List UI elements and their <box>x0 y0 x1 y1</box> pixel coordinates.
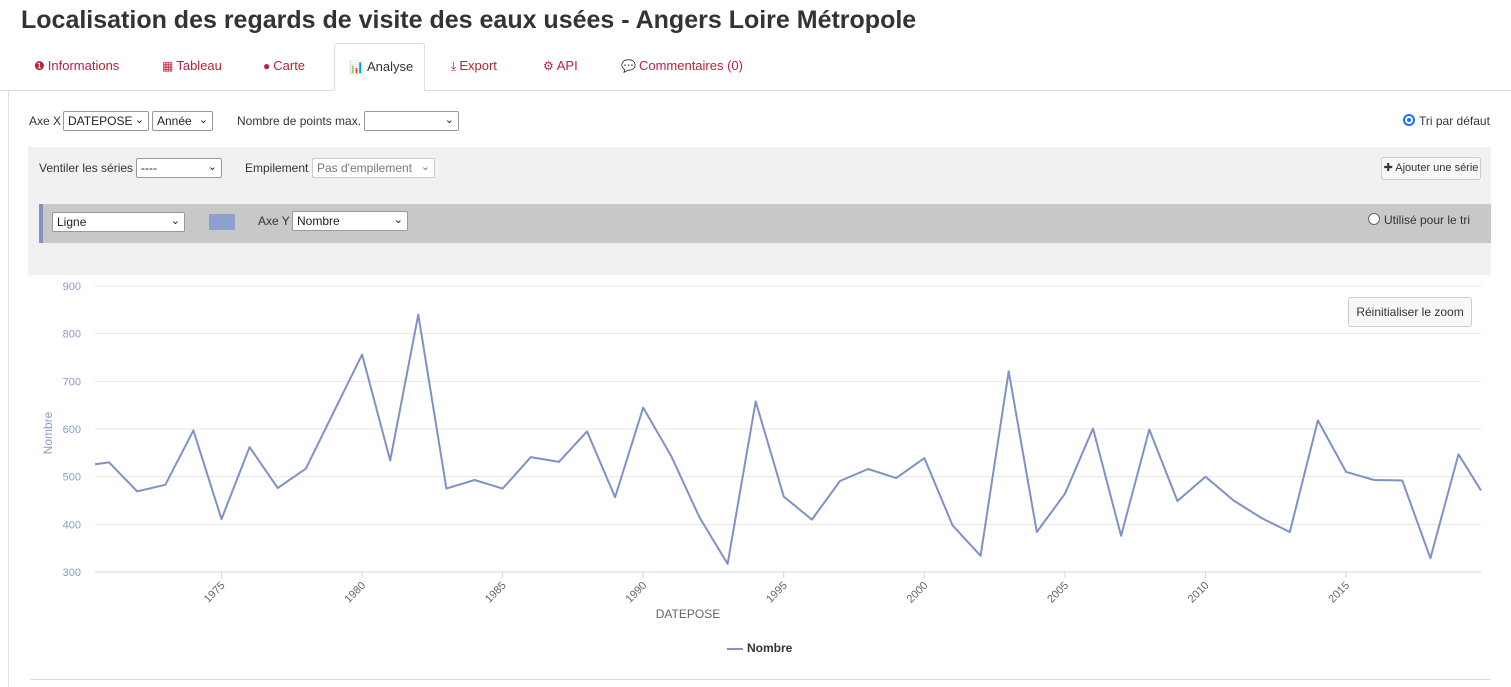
tab-label: Carte <box>273 58 306 73</box>
used-for-sort-radio[interactable] <box>1368 213 1380 225</box>
tab-label: Analyse <box>366 59 414 74</box>
tab-export[interactable]: ⤓ Export <box>437 43 511 91</box>
y-tick-label: 500 <box>63 472 81 484</box>
tab-label: API <box>556 58 578 73</box>
tab-analyse[interactable]: 📊 Analyse <box>334 43 425 91</box>
tab-tableau[interactable]: ▦ Tableau <box>148 43 236 91</box>
y-tick-label: 600 <box>63 424 81 436</box>
divider <box>30 679 1491 680</box>
download-icon: ⤓ <box>451 59 457 73</box>
x-tick-label: 1995 <box>764 580 790 606</box>
tab-bar: ❶ Informations ▦ Tableau ● Carte 📊 Analyse ⤓… <box>0 43 1511 91</box>
info-circle-icon: ❶ <box>34 59 45 73</box>
axe-x-granularity-value: Année <box>157 114 192 128</box>
axe-x-value: DATEPOSE <box>68 114 133 128</box>
x-tick-label: 2005 <box>1045 580 1071 606</box>
add-series-button[interactable]: ✚ Ajouter une série <box>1381 157 1481 180</box>
ventiler-value: ---- <box>141 161 157 175</box>
comments-icon: 💬 <box>621 59 636 73</box>
max-points-select[interactable]: ⌄ <box>364 111 459 131</box>
x-tick-label: 1985 <box>483 580 509 606</box>
x-tick-label: 1975 <box>202 580 228 606</box>
y-tick-label: 700 <box>63 376 81 388</box>
empilement-select[interactable]: Pas d'empilement ⌄ <box>312 158 435 178</box>
series-type-value: Ligne <box>57 215 87 229</box>
reset-zoom-label: Réinitialiser le zoom <box>1356 305 1464 319</box>
legend-line-swatch <box>727 647 743 650</box>
reset-zoom-button[interactable]: Réinitialiser le zoom <box>1348 297 1472 327</box>
sort-default-radio[interactable] <box>1403 114 1415 126</box>
page-title: Localisation des regards de visite des e… <box>21 6 917 34</box>
axe-x-granularity-select[interactable]: Année ⌄ <box>152 111 213 131</box>
add-series-label: Ajouter une série <box>1395 162 1479 174</box>
tab-label: Informations <box>47 58 120 73</box>
axe-y-label: Axe Y <box>258 214 290 228</box>
tab-api[interactable]: ⚙ API <box>529 43 592 91</box>
series-type-select[interactable]: Ligne ⌄ <box>52 212 185 232</box>
x-tick-label: 1990 <box>624 580 650 606</box>
tab-label: Commentaires (0) <box>638 58 743 73</box>
sort-default-label: Tri par défaut <box>1419 114 1490 128</box>
y-tick-label: 300 <box>63 567 81 579</box>
chevron-down-icon: ⌄ <box>444 114 454 126</box>
bar-chart-icon: 📊 <box>349 60 364 74</box>
y-axis-title: Nombre <box>41 411 55 454</box>
cogs-icon: ⚙ <box>543 59 554 73</box>
x-axis-title: DATEPOSE <box>656 607 720 621</box>
series-color-picker[interactable] <box>209 214 235 230</box>
axe-y-select[interactable]: Nombre ⌄ <box>292 211 408 231</box>
y-tick-label: 900 <box>63 281 81 293</box>
tab-label: Tableau <box>176 58 222 73</box>
tab-carte[interactable]: ● Carte <box>249 43 319 91</box>
x-tick-label: 2010 <box>1186 580 1212 606</box>
max-points-label: Nombre de points max. <box>237 114 362 128</box>
y-tick-label: 400 <box>63 519 81 531</box>
chevron-down-icon: ⌄ <box>134 114 144 126</box>
y-tick-label: 800 <box>63 329 81 341</box>
empilement-label: Empilement <box>245 161 309 175</box>
series-row <box>39 204 1491 243</box>
x-tick-label: 2000 <box>905 580 931 606</box>
chevron-down-icon: ⌄ <box>170 215 180 227</box>
chevron-down-icon: ⌄ <box>198 114 208 126</box>
tab-commentaires[interactable]: 💬 Commentaires (0) <box>607 43 757 91</box>
plus-icon: ✚ <box>1383 162 1393 174</box>
line-chart: 300 400 500 600 700 800 900 1975 1980 1985 1990 199… <box>41 281 1482 621</box>
ventiler-label: Ventiler les séries <box>39 161 134 175</box>
axe-y-value: Nombre <box>297 214 340 228</box>
chevron-down-icon: ⌄ <box>207 161 217 173</box>
table-icon: ▦ <box>162 59 174 73</box>
empilement-value: Pas d'empilement <box>317 161 413 175</box>
chart-legend[interactable]: Nombre <box>727 641 792 655</box>
legend-label: Nombre <box>747 641 793 655</box>
ventiler-select[interactable]: ---- ⌄ <box>136 158 222 178</box>
globe-icon: ● <box>263 59 271 73</box>
used-for-sort-label: Utilisé pour le tri <box>1384 213 1471 227</box>
axe-x-label: Axe X <box>29 114 62 128</box>
chevron-down-icon: ⌄ <box>393 214 403 226</box>
tab-informations[interactable]: ❶ Informations <box>20 43 133 91</box>
tab-label: Export <box>459 58 497 73</box>
axe-x-select[interactable]: DATEPOSE ⌄ <box>63 111 149 131</box>
x-tick-label: 2015 <box>1326 580 1352 606</box>
chevron-down-icon: ⌄ <box>420 161 430 173</box>
series-line-nombre <box>94 313 1482 565</box>
x-tick-label: 1980 <box>342 580 368 606</box>
